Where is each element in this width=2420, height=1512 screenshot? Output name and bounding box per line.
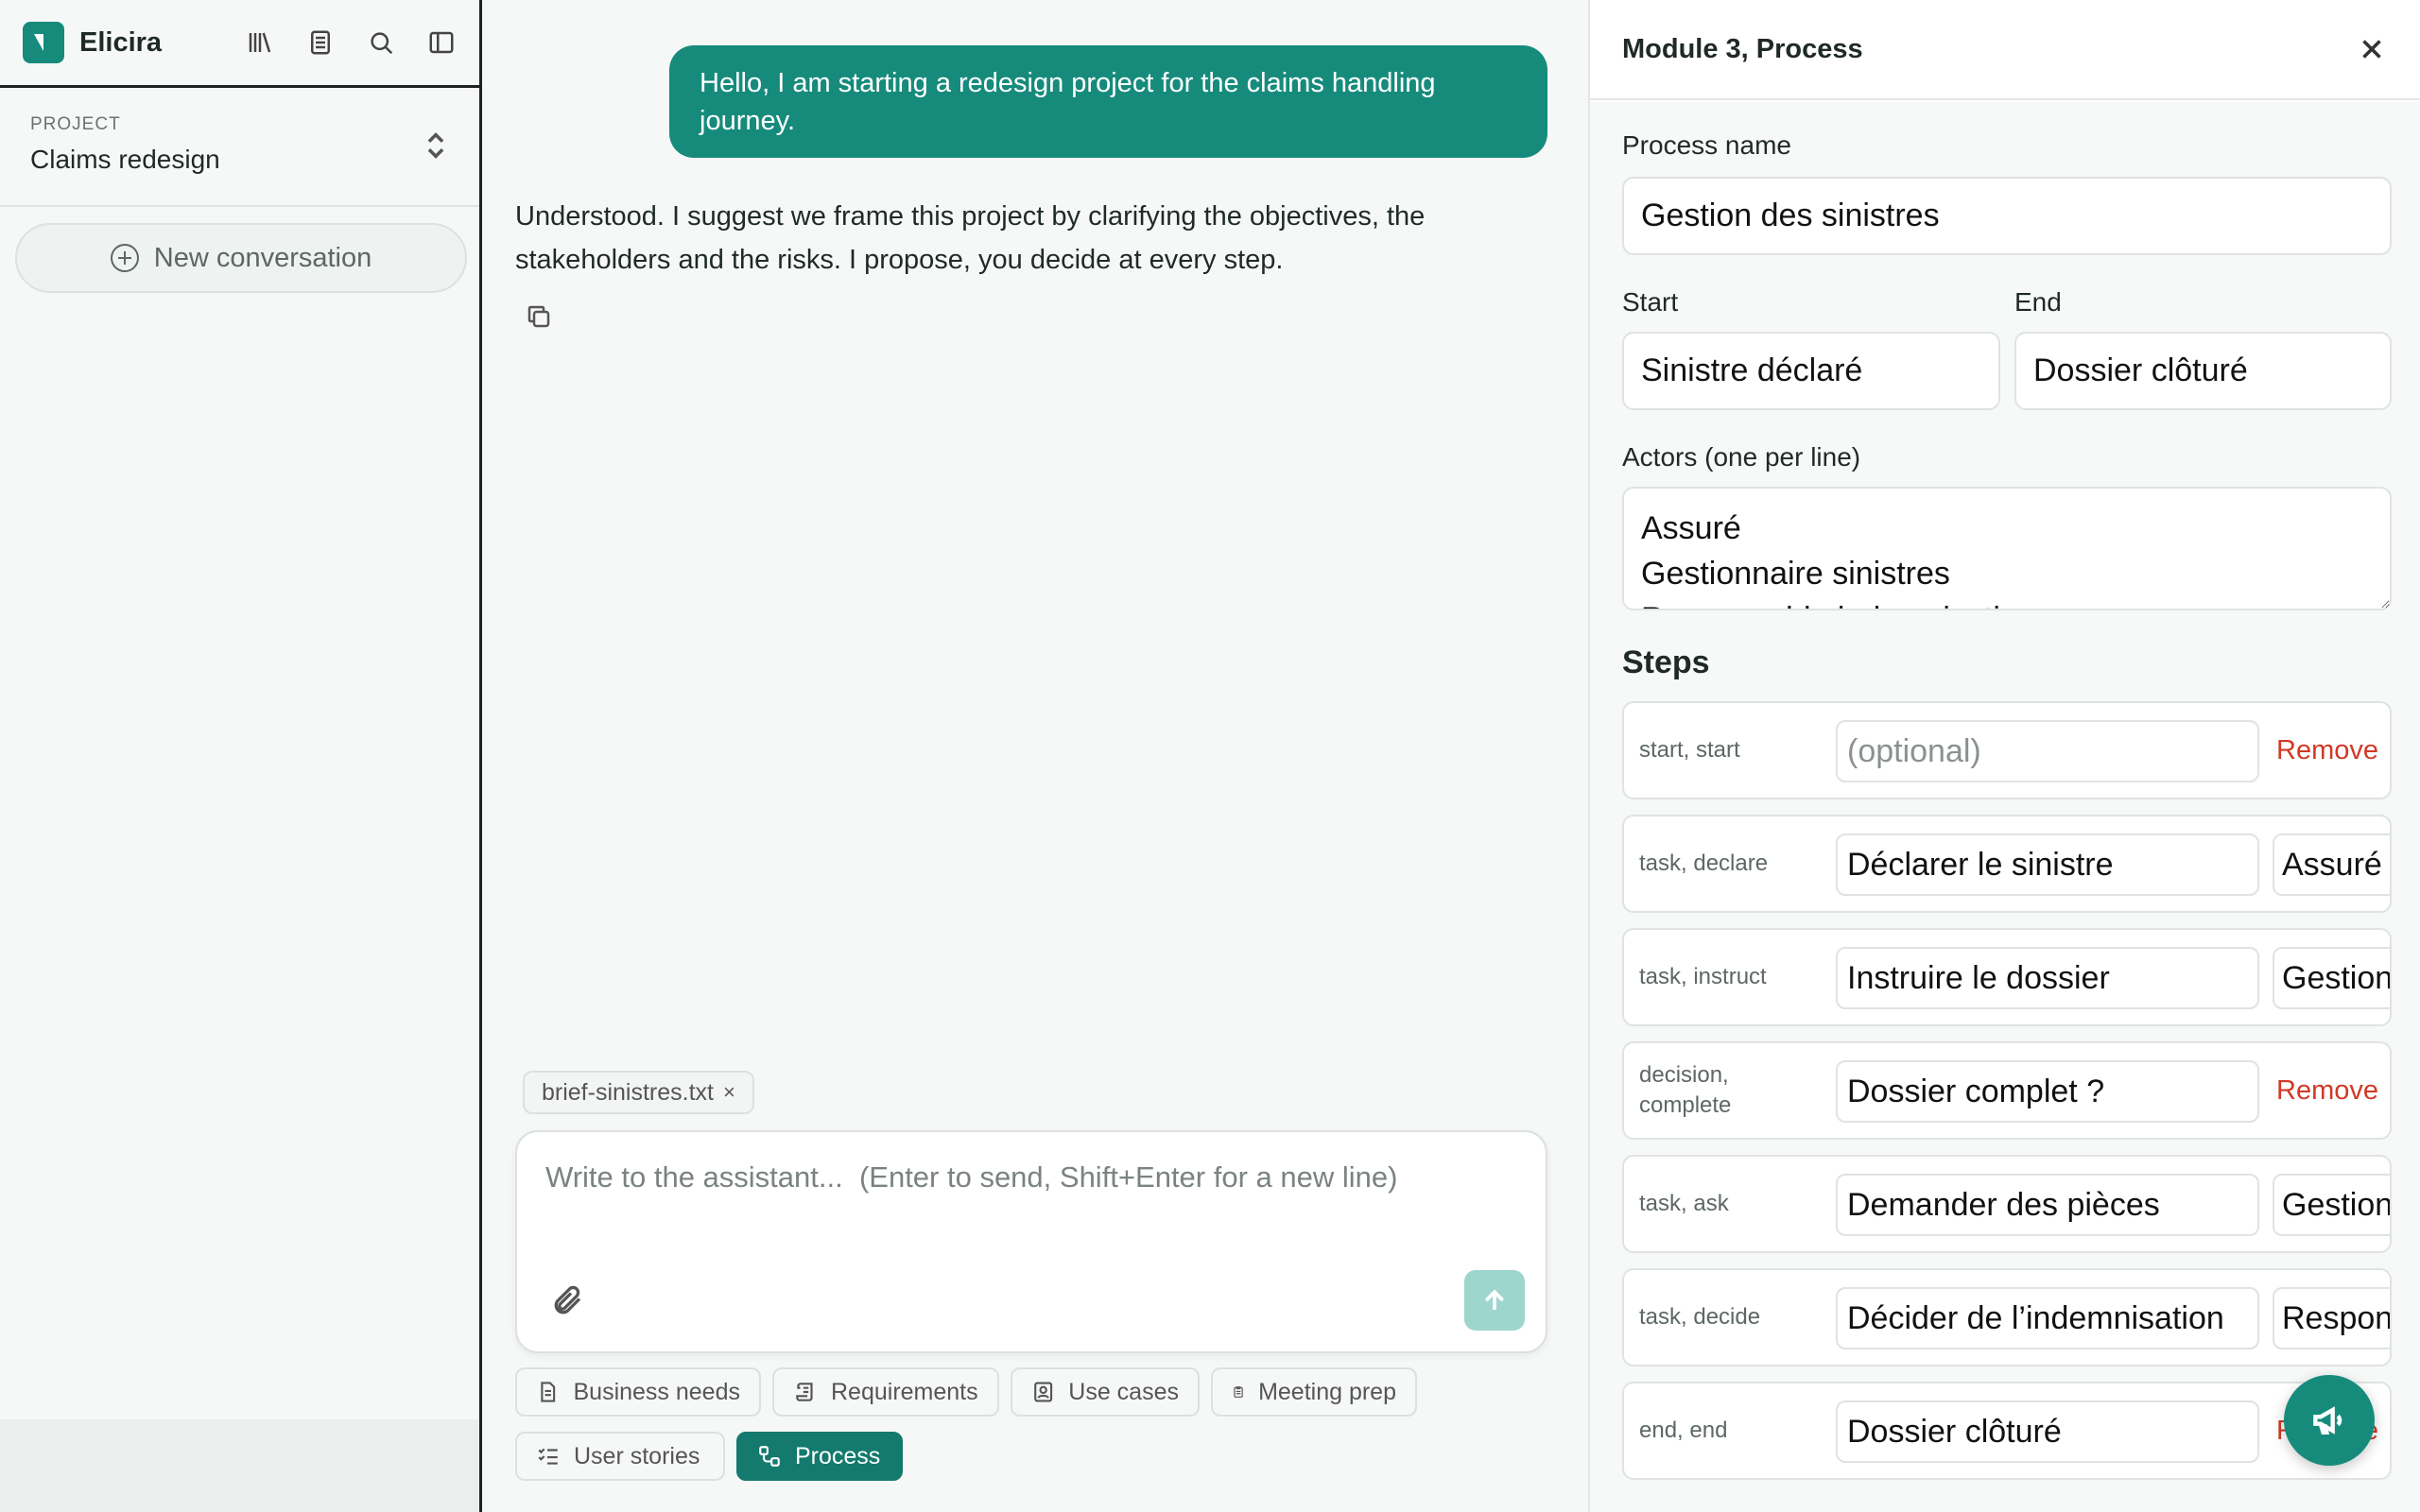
step-label-input[interactable] — [1836, 833, 2259, 896]
mode-requirements[interactable]: Requirements — [772, 1367, 999, 1417]
process-name-input[interactable] — [1622, 177, 2392, 255]
sidebar: Elicira PROJECT Claims redesign New conv… — [0, 0, 482, 1512]
user-message: Hello, I am starting a redesign project … — [669, 45, 1547, 158]
remove-step-button[interactable]: Remove — [2276, 703, 2378, 798]
mode-label: Use cases — [1068, 1378, 1179, 1405]
app-logo — [23, 22, 64, 63]
actors-textarea[interactable] — [1622, 487, 2392, 610]
process-name-label: Process name — [1622, 130, 1791, 160]
scroll-icon — [796, 1383, 813, 1401]
mode-user-stories[interactable]: User stories — [515, 1432, 725, 1481]
step-kind: start, start — [1639, 737, 1740, 763]
chevron-up-down-icon — [424, 129, 447, 162]
document-icon — [541, 1382, 556, 1402]
end-label: End — [2014, 287, 2062, 317]
checklist-icon — [538, 1448, 558, 1465]
sidebar-footer — [0, 1419, 479, 1512]
attachment-name: brief-sinistres.txt — [542, 1078, 714, 1106]
steps-title: Steps — [1622, 644, 1710, 680]
mode-label: Process — [795, 1442, 881, 1469]
clipboard-icon — [1234, 1386, 1243, 1398]
step-actor-select[interactable] — [2273, 833, 2390, 896]
step-label-input[interactable] — [1836, 720, 2259, 782]
step-kind: task, ask — [1639, 1191, 1729, 1216]
step-label-input[interactable] — [1836, 1400, 2259, 1463]
panel-body: Process name Start End Actors (one per l… — [1590, 102, 2420, 1512]
mode-meeting-prep[interactable]: Meeting prep — [1211, 1367, 1417, 1417]
step-kind: task, decide — [1639, 1304, 1761, 1330]
mode-process[interactable]: Process — [736, 1432, 903, 1481]
mode-label: User stories — [574, 1442, 700, 1469]
remove-step-button[interactable]: Remove — [2276, 1043, 2378, 1138]
paperclip-icon[interactable] — [551, 1283, 585, 1317]
step-row: task, instruct — [1622, 928, 2392, 1026]
notes-icon[interactable] — [305, 27, 336, 58]
sidebar-header: Elicira — [0, 0, 479, 88]
search-icon[interactable] — [366, 27, 396, 58]
library-icon[interactable] — [245, 27, 275, 58]
start-input[interactable] — [1622, 332, 2000, 410]
panel-header: Module 3, Process — [1590, 0, 2420, 100]
megaphone-icon — [2313, 1406, 2342, 1435]
start-label: Start — [1622, 287, 1679, 317]
flow-icon — [759, 1446, 780, 1467]
actors-label: Actors (one per line) — [1622, 442, 1861, 472]
plus-circle-icon — [110, 244, 139, 272]
composer — [515, 1130, 1547, 1353]
step-label-input[interactable] — [1836, 947, 2259, 1009]
mode-label: Meeting prep — [1258, 1378, 1396, 1405]
mode-use-cases[interactable]: Use cases — [1011, 1367, 1200, 1417]
message-input[interactable] — [545, 1160, 1510, 1274]
mode-label: Business needs — [573, 1378, 740, 1405]
sidebar-toggle-icon[interactable] — [426, 27, 457, 58]
attachment-chip: brief-sinistres.txt × — [523, 1071, 754, 1114]
panel-title: Module 3, Process — [1622, 33, 1863, 64]
step-kind: task, instruct — [1639, 964, 1767, 989]
attachment-remove-button[interactable]: × — [723, 1080, 735, 1105]
user-card-icon — [1034, 1382, 1053, 1402]
process-panel: Module 3, Process Process name Start End… — [1588, 0, 2420, 1512]
project-selector[interactable]: PROJECT Claims redesign — [0, 88, 479, 207]
step-row: task, declare — [1622, 815, 2392, 913]
step-label-input[interactable] — [1836, 1287, 2259, 1349]
project-name: Claims redesign — [30, 145, 220, 174]
project-label: PROJECT — [30, 114, 121, 134]
step-row: end, end Remove — [1622, 1382, 2392, 1480]
copy-icon[interactable] — [525, 302, 553, 331]
step-kind: end, end — [1639, 1418, 1728, 1443]
step-actor-select[interactable] — [2273, 1174, 2390, 1236]
app-name: Elicira — [79, 26, 163, 58]
step-kind: decision, complete — [1639, 1062, 1732, 1118]
step-kind: task, declare — [1639, 850, 1769, 876]
chat-area: Hello, I am starting a redesign project … — [485, 0, 1588, 1512]
step-actor-select[interactable] — [2273, 1287, 2390, 1349]
mode-label: Requirements — [831, 1378, 978, 1405]
step-row: decision, complete Remove — [1622, 1041, 2392, 1140]
assistant-message: Understood. I suggest we frame this proj… — [515, 201, 1426, 275]
end-input[interactable] — [2014, 332, 2392, 410]
send-button[interactable] — [1464, 1270, 1525, 1331]
close-icon[interactable] — [2356, 33, 2388, 65]
new-conversation-label: New conversation — [153, 242, 372, 273]
step-row: start, start Remove — [1622, 701, 2392, 799]
arrow-up-icon — [1484, 1289, 1505, 1310]
step-actor-select[interactable] — [2273, 947, 2390, 1009]
step-row: task, decide — [1622, 1268, 2392, 1366]
step-row: task, ask — [1622, 1155, 2392, 1253]
feedback-button[interactable] — [2284, 1375, 2375, 1466]
mode-business-needs[interactable]: Business needs — [515, 1367, 761, 1417]
new-conversation-button[interactable]: New conversation — [15, 223, 467, 293]
step-label-input[interactable] — [1836, 1174, 2259, 1236]
step-label-input[interactable] — [1836, 1060, 2259, 1123]
